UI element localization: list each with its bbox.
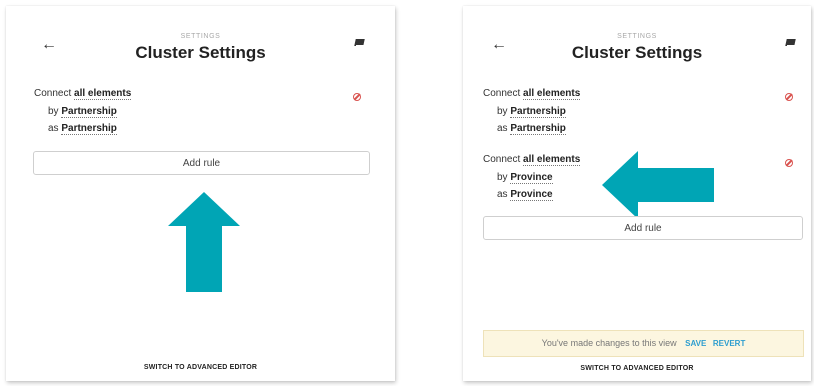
save-link[interactable]: SAVE	[685, 339, 706, 348]
annotation-arrow-up	[168, 192, 240, 292]
connect-label: Connect	[483, 154, 521, 165]
book-icon[interactable]	[786, 39, 795, 48]
rule-connect-line: Connect all elements	[34, 88, 132, 100]
by-label: by	[497, 172, 508, 183]
panel-title: Cluster Settings	[571, 43, 703, 62]
by-label: by	[497, 106, 508, 117]
switch-advanced-editor-link[interactable]: SWITCH TO ADVANCED EDITOR	[463, 365, 811, 372]
rule-by-value[interactable]: Partnership	[510, 106, 566, 118]
as-label: as	[497, 189, 508, 200]
rule-as-value[interactable]: Partnership	[510, 123, 566, 135]
delete-rule-icon[interactable]	[785, 93, 793, 101]
rule-as-value[interactable]: Province	[510, 189, 553, 201]
rule-by-value[interactable]: Province	[510, 172, 553, 184]
book-icon[interactable]	[355, 39, 364, 48]
panel-kicker: SETTINGS	[180, 33, 221, 40]
annotation-arrow-left	[602, 151, 714, 219]
rule-connect-line: Connect all elements	[483, 88, 581, 100]
as-label: as	[48, 123, 59, 134]
rule-by-line: by Province	[497, 172, 553, 184]
add-rule-button[interactable]: Add rule	[483, 216, 803, 240]
cluster-settings-panel-right: ← SETTINGS Cluster Settings Connect all …	[463, 6, 811, 381]
add-rule-button[interactable]: Add rule	[33, 151, 370, 175]
delete-rule-icon[interactable]	[353, 93, 361, 101]
delete-rule-icon[interactable]	[785, 159, 793, 167]
panel-title: Cluster Settings	[135, 43, 266, 62]
rule-target-value[interactable]: all elements	[523, 154, 581, 166]
rule-by-value[interactable]: Partnership	[61, 106, 117, 118]
as-label: as	[497, 123, 508, 134]
rule-target-value[interactable]: all elements	[74, 88, 132, 100]
panel-kicker: SETTINGS	[617, 33, 657, 40]
rule-as-line: as Partnership	[48, 123, 117, 135]
rule-by-line: by Partnership	[497, 106, 566, 118]
cluster-settings-panel-left: ← SETTINGS Cluster Settings Connect all …	[6, 6, 395, 381]
connect-label: Connect	[483, 88, 521, 99]
switch-advanced-editor-link[interactable]: SWITCH TO ADVANCED EDITOR	[6, 364, 395, 371]
rule-target-value[interactable]: all elements	[523, 88, 581, 100]
rule-as-value[interactable]: Partnership	[61, 123, 117, 135]
rule-by-line: by Partnership	[48, 106, 117, 118]
changes-message: You've made changes to this view	[541, 338, 677, 348]
unsaved-changes-banner: You've made changes to this view SAVE RE…	[483, 330, 804, 357]
rule-as-line: as Partnership	[497, 123, 566, 135]
connect-label: Connect	[34, 88, 72, 99]
by-label: by	[48, 106, 59, 117]
rule-connect-line: Connect all elements	[483, 154, 581, 166]
revert-link[interactable]: REVERT	[713, 339, 745, 348]
rule-as-line: as Province	[497, 189, 553, 201]
